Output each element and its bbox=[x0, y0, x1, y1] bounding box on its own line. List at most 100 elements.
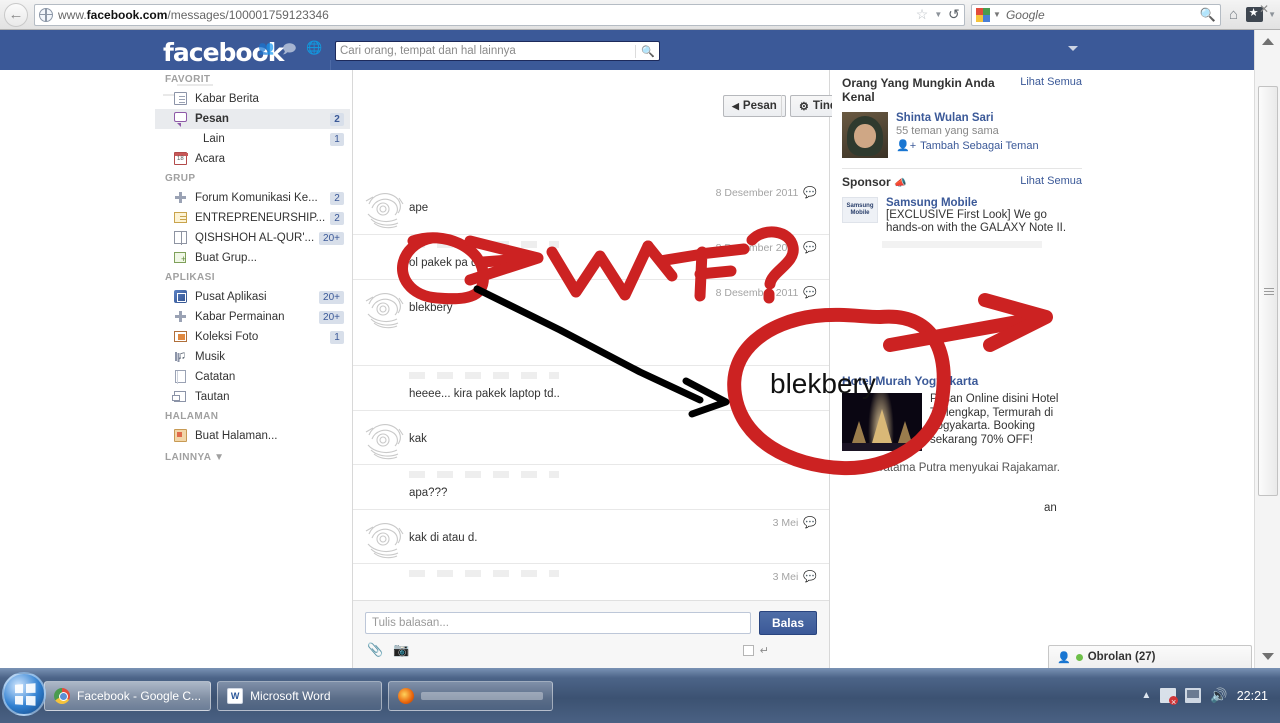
star-icon[interactable]: ☆ bbox=[916, 6, 929, 23]
reply-input[interactable]: Tulis balasan... bbox=[365, 612, 751, 634]
taskbar-button-label: Microsoft Word bbox=[250, 688, 331, 703]
comment-bubble-icon[interactable]: 💬 bbox=[803, 241, 817, 254]
conversation-column: ◀ Pesan ⚙ Tindakan ▼ Cari Percakapan Ini… bbox=[352, 70, 1068, 668]
send-reply-button[interactable]: Balas bbox=[758, 611, 817, 635]
chevron-up-icon[interactable]: ▲ bbox=[1141, 690, 1151, 701]
sponsor-block: Sponsor 📣 Lihat Semua Samsung Mobile Sam… bbox=[842, 169, 1082, 248]
message-timestamp: 3 Mei 💬 bbox=[772, 516, 817, 530]
comment-bubble-icon[interactable]: 💬 bbox=[803, 186, 817, 199]
sidebar-item-label: Catatan bbox=[195, 371, 236, 383]
group-card-icon bbox=[173, 211, 189, 225]
sidebar-item-buat-grup[interactable]: Buat Grup... bbox=[155, 248, 350, 268]
browser-toolbar: ← www.facebook.com/messages/100001759123… bbox=[0, 0, 1280, 30]
sidebar-item-label: Acara bbox=[195, 153, 226, 165]
chrome-icon bbox=[54, 687, 70, 704]
pymk-title: Orang Yang Mungkin Anda Kenal bbox=[842, 76, 995, 104]
hotel-ad-title[interactable]: Hotel Murah Yogyakarta bbox=[842, 368, 1082, 388]
sidebar-item-qishshoh-al-qur[interactable]: QISHSHOH AL-QUR'... 20+ bbox=[155, 228, 350, 248]
chat-bar[interactable]: 👤 Obrolan (27) bbox=[1048, 645, 1252, 668]
sidebar-section-title: FAVORIT bbox=[165, 74, 211, 85]
hotel-ad-block[interactable]: Hotel Murah Yogyakarta Pesan Online disi… bbox=[842, 368, 1082, 474]
pymk-block: Orang Yang Mungkin Anda Kenal Lihat Semu… bbox=[842, 70, 1082, 168]
avatar[interactable] bbox=[363, 518, 405, 560]
account-chevron-down-icon[interactable] bbox=[1068, 46, 1078, 51]
sidebar-item-forum-komunikasi-ke[interactable]: Forum Komunikasi Ke... 2 bbox=[155, 188, 350, 208]
taskbar-button[interactable]: Facebook - Google C... bbox=[44, 680, 212, 711]
add-friend-button[interactable]: 👤+ Tambah Sebagai Teman bbox=[896, 139, 1039, 153]
sidebar-item-koleksi-foto[interactable]: Koleksi Foto 1 bbox=[155, 327, 350, 347]
windows-start-icon[interactable] bbox=[2, 672, 46, 716]
reload-icon[interactable]: ↻ bbox=[948, 6, 960, 23]
message-timestamp: 8 Desember 2011 💬 bbox=[715, 286, 817, 300]
messages-icon[interactable] bbox=[282, 40, 298, 62]
chevron-down-icon[interactable]: ▼ bbox=[993, 10, 1001, 19]
avatar[interactable] bbox=[363, 419, 405, 461]
scroll-down-icon[interactable] bbox=[1262, 653, 1274, 660]
toolbar-divider bbox=[781, 95, 782, 117]
sidebar-item-kabar-permainan[interactable]: Kabar Permainan 20+ bbox=[155, 307, 350, 327]
avatar-image bbox=[365, 293, 404, 329]
display-icon[interactable] bbox=[1185, 688, 1202, 703]
avatar[interactable] bbox=[363, 288, 405, 330]
comment-bubble-icon[interactable]: 💬 bbox=[803, 516, 817, 529]
notifications-icon[interactable] bbox=[306, 40, 322, 56]
taskbar-button[interactable] bbox=[388, 680, 554, 711]
sidebar-item-kabar-berita[interactable]: Kabar Berita bbox=[155, 89, 350, 109]
paperclip-icon[interactable]: 📎 bbox=[367, 642, 383, 658]
sidebar-item-catatan[interactable]: Catatan bbox=[155, 367, 350, 387]
search-icon[interactable]: 🔍 bbox=[635, 44, 655, 58]
back-arrow-icon[interactable]: ← bbox=[4, 2, 28, 27]
sidebar-item-badge: 20+ bbox=[319, 290, 344, 304]
comment-bubble-icon[interactable]: 💬 bbox=[803, 286, 817, 299]
sponsor-ad[interactable]: Samsung Mobile Samsung Mobile [EXCLUSIVE… bbox=[842, 193, 1082, 241]
sponsor-ad-title[interactable]: Samsung Mobile bbox=[886, 197, 1082, 209]
comment-bubble-icon[interactable]: 💬 bbox=[803, 570, 817, 583]
sponsor-see-all-link[interactable]: Lihat Semua bbox=[1020, 175, 1082, 187]
sidebar-item-pusat-aplikasi[interactable]: Pusat Aplikasi 20+ bbox=[155, 287, 350, 307]
sidebar-item-label: Pusat Aplikasi bbox=[195, 291, 267, 303]
sidebar-item-musik[interactable]: Musik bbox=[155, 347, 350, 367]
chevron-down-icon[interactable]: ▼ bbox=[934, 10, 942, 19]
message-timestamp: 3 Mei 💬 bbox=[772, 570, 817, 584]
url-text: www.facebook.com/messages/10000175912334… bbox=[58, 7, 329, 22]
sidebar-item-lain[interactable]: Lain 1 bbox=[155, 129, 350, 149]
search-icon[interactable]: 🔍 bbox=[1200, 7, 1216, 23]
home-icon[interactable]: ⌂ bbox=[1229, 6, 1238, 23]
pymk-see-all-link[interactable]: Lihat Semua bbox=[1020, 76, 1082, 88]
avatar[interactable] bbox=[363, 188, 405, 230]
sidebar-item-label: ENTREPRENEURSHIP... bbox=[195, 212, 326, 224]
network-error-icon[interactable] bbox=[1160, 688, 1179, 707]
sidebar-more-label[interactable]: LAINNYA ▼ bbox=[155, 446, 350, 463]
chevron-down-icon[interactable]: ▼ bbox=[1268, 10, 1276, 19]
sidebar-item-acara[interactable]: Acara bbox=[155, 149, 350, 169]
left-sidebar: FAVORIT Kabar Berita Pesan 2 Lain 1 Acara GRUP F… bbox=[155, 70, 350, 668]
close-icon[interactable]: ✕ bbox=[1259, 2, 1269, 16]
taskbar-button[interactable]: W Microsoft Word bbox=[217, 680, 383, 711]
sidebar-item-label: QISHSHOH AL-QUR'... bbox=[195, 232, 315, 244]
browser-search-box[interactable]: ▼ Google 🔍 bbox=[971, 3, 1222, 26]
sidebar-section-title: APLIKASI bbox=[165, 272, 215, 283]
sidebar-item-buat-halaman[interactable]: Buat Halaman... bbox=[155, 426, 350, 446]
sidebar-item-tautan[interactable]: Tautan bbox=[155, 387, 350, 407]
scrollbar-thumb[interactable] bbox=[1258, 86, 1278, 496]
send-on-enter-checkbox[interactable] bbox=[742, 644, 754, 656]
sidebar-item-label: Koleksi Foto bbox=[195, 331, 259, 343]
sidebar-item-pesan[interactable]: Pesan 2 bbox=[155, 109, 350, 129]
sidebar-item-entrepreneurship[interactable]: ENTREPRENEURSHIP... 2 bbox=[155, 208, 350, 228]
back-to-messages-button[interactable]: ◀ Pesan bbox=[723, 95, 786, 117]
address-bar[interactable]: www.facebook.com/messages/10000175912334… bbox=[34, 3, 966, 26]
facebook-search-input[interactable]: Cari orang, tempat dan hal lainnya bbox=[340, 45, 635, 57]
page-scrollbar[interactable] bbox=[1254, 30, 1280, 668]
calendar-icon bbox=[173, 152, 189, 166]
facebook-search-box[interactable]: Cari orang, tempat dan hal lainnya 🔍 bbox=[335, 41, 660, 61]
clock[interactable]: 22:21 bbox=[1237, 689, 1268, 703]
volume-icon[interactable]: 🔊 bbox=[1210, 687, 1227, 704]
friend-requests-icon[interactable] bbox=[258, 40, 274, 56]
pymk-person-name[interactable]: Shinta Wulan Sari bbox=[896, 112, 1039, 124]
sidebar-item-badge: 1 bbox=[330, 132, 344, 146]
browser-search-input[interactable]: Google bbox=[1006, 8, 1200, 22]
camera-icon[interactable]: 📷 bbox=[393, 642, 409, 658]
pymk-person[interactable]: Shinta Wulan Sari 55 teman yang sama 👤+ … bbox=[842, 108, 1082, 168]
scroll-up-icon[interactable] bbox=[1262, 38, 1274, 45]
news-feed-icon bbox=[173, 92, 189, 106]
